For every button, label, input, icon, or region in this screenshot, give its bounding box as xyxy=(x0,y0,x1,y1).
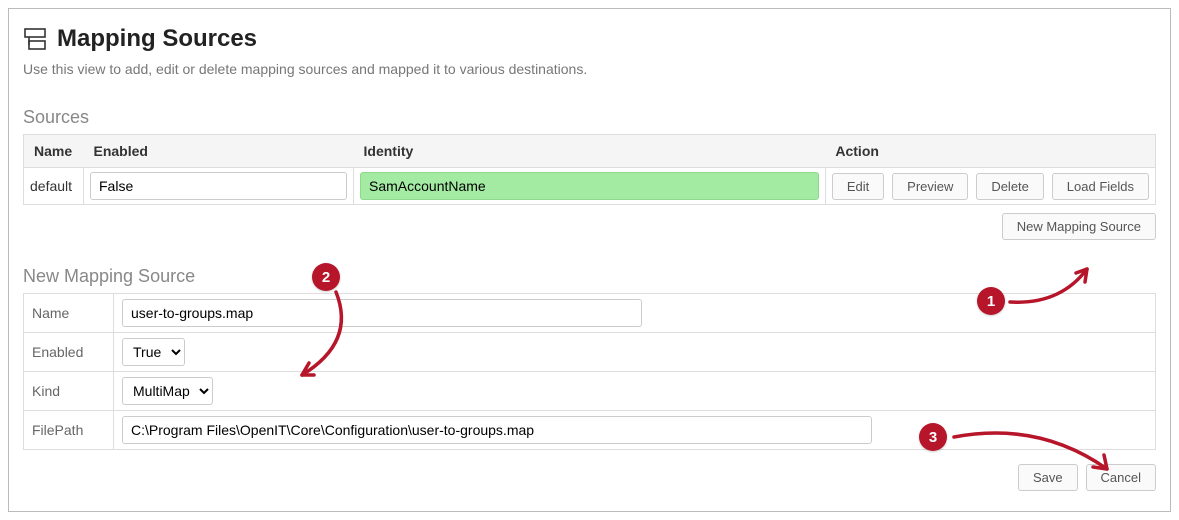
filepath-field[interactable] xyxy=(122,416,872,444)
annotation-badge-1: 1 xyxy=(977,287,1005,315)
sources-toolbar: New Mapping Source xyxy=(23,213,1156,240)
sources-section-title: Sources xyxy=(23,107,1156,128)
cell-identity xyxy=(354,168,826,205)
annotation-badge-2: 2 xyxy=(312,263,340,291)
enabled-input[interactable] xyxy=(90,172,347,200)
col-name: Name xyxy=(24,135,84,168)
delete-button[interactable]: Delete xyxy=(976,173,1044,200)
label-enabled: Enabled xyxy=(24,333,114,372)
label-kind: Kind xyxy=(24,372,114,411)
sources-table: Name Enabled Identity Action default Edi… xyxy=(23,134,1156,205)
col-enabled: Enabled xyxy=(84,135,354,168)
cancel-button[interactable]: Cancel xyxy=(1086,464,1156,491)
col-identity: Identity xyxy=(354,135,826,168)
enabled-select[interactable]: True xyxy=(122,338,185,366)
save-button[interactable]: Save xyxy=(1018,464,1078,491)
form-section-title: New Mapping Source xyxy=(23,266,1156,287)
col-action: Action xyxy=(825,135,1155,168)
page-description: Use this view to add, edit or delete map… xyxy=(23,61,1156,77)
kind-select[interactable]: MultiMap xyxy=(122,377,213,405)
annotation-badge-3: 3 xyxy=(919,423,947,451)
identity-input[interactable] xyxy=(360,172,819,200)
name-field[interactable] xyxy=(122,299,642,327)
page-title: Mapping Sources xyxy=(57,25,257,53)
label-filepath: FilePath xyxy=(24,411,114,450)
edit-button[interactable]: Edit xyxy=(832,173,884,200)
preview-button[interactable]: Preview xyxy=(892,173,968,200)
cell-enabled xyxy=(84,168,354,205)
new-mapping-source-button[interactable]: New Mapping Source xyxy=(1002,213,1156,240)
label-name: Name xyxy=(24,294,114,333)
mapping-icon xyxy=(23,27,47,51)
table-row: default Edit Preview Delete Load Fields xyxy=(24,168,1156,205)
cell-actions: Edit Preview Delete Load Fields xyxy=(825,168,1155,205)
form-actions: Save Cancel xyxy=(23,464,1156,491)
cell-name: default xyxy=(24,168,84,205)
new-mapping-source-form: Name Enabled True Kind MultiMap FilePath xyxy=(23,293,1156,450)
mapping-sources-panel: Mapping Sources Use this view to add, ed… xyxy=(8,8,1171,512)
page-header: Mapping Sources xyxy=(23,25,1156,53)
load-fields-button[interactable]: Load Fields xyxy=(1052,173,1149,200)
